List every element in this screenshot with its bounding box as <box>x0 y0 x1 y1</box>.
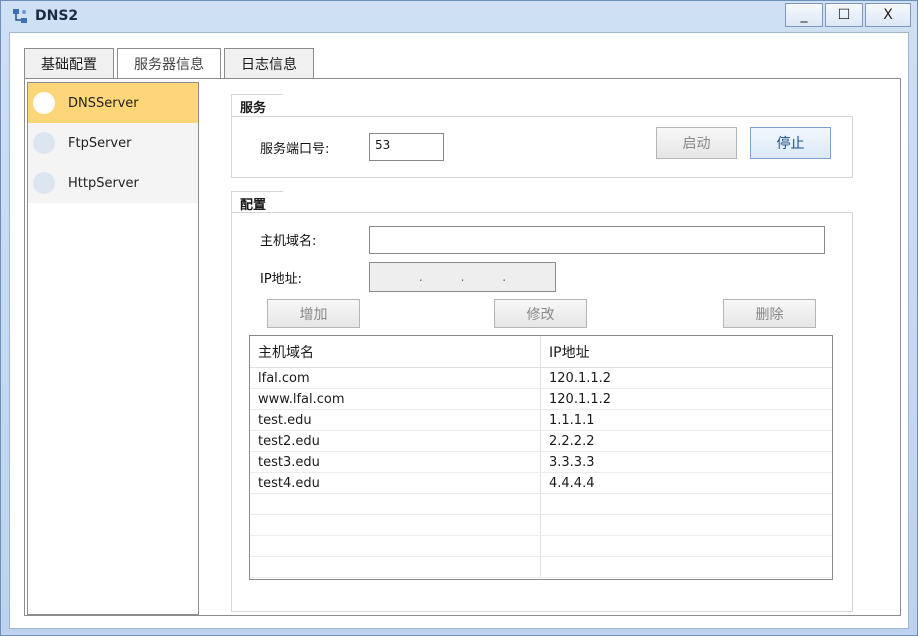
server-item-dns[interactable]: DNSServer <box>28 83 198 123</box>
server-item-label: DNSServer <box>68 95 139 111</box>
tab-log-info[interactable]: 日志信息 <box>224 48 314 79</box>
host-cell: lfal.com <box>250 368 541 388</box>
server-status-icon <box>33 132 55 154</box>
ip-separator: . <box>418 270 423 284</box>
server-info-panel: DNSServer FtpServer HttpServer 服务 服务端口号:… <box>24 78 901 616</box>
minimize-icon: _ <box>800 7 808 23</box>
ip-cell <box>541 557 832 577</box>
table-row[interactable] <box>250 557 832 578</box>
host-cell <box>250 494 541 514</box>
ip-cell <box>541 515 832 535</box>
server-status-icon <box>33 172 55 194</box>
server-item-label: HttpServer <box>68 175 139 191</box>
ip-label: IP地址: <box>260 272 303 287</box>
title-bar[interactable]: DNS2 _ ☐ X <box>1 1 917 31</box>
ip-separator: . <box>460 270 465 284</box>
host-cell: test.edu <box>250 410 541 430</box>
ip-cell <box>541 536 832 556</box>
host-cell: test2.edu <box>250 431 541 451</box>
close-icon: X <box>883 7 893 23</box>
maximize-button[interactable]: ☐ <box>825 3 863 27</box>
stop-button[interactable]: 停止 <box>750 127 831 159</box>
table-row[interactable]: test3.edu 3.3.3.3 <box>250 452 832 473</box>
window-title: DNS2 <box>35 8 79 24</box>
host-cell: test3.edu <box>250 452 541 472</box>
tab-label: 日志信息 <box>241 57 297 73</box>
table-row[interactable] <box>250 536 832 557</box>
dns-records-table: 主机域名 IP地址 lfal.com 120.1.1.2 www.lfal.co… <box>249 335 833 580</box>
close-button[interactable]: X <box>865 3 911 27</box>
window-controls: _ ☐ X <box>785 3 911 27</box>
start-button[interactable]: 启动 <box>656 127 737 159</box>
server-item-label: FtpServer <box>68 135 132 151</box>
host-cell: www.lfal.com <box>250 389 541 409</box>
tab-server-info[interactable]: 服务器信息 <box>117 48 221 79</box>
tab-basic-config[interactable]: 基础配置 <box>24 48 114 79</box>
host-input[interactable] <box>369 226 825 254</box>
table-row[interactable]: test.edu 1.1.1.1 <box>250 410 832 431</box>
host-label: 主机域名: <box>260 234 317 249</box>
column-header-host[interactable]: 主机域名 <box>250 336 541 367</box>
server-item-http[interactable]: HttpServer <box>28 163 198 203</box>
ip-cell: 120.1.1.2 <box>549 391 612 407</box>
port-label: 服务端口号: <box>260 142 330 157</box>
ip-cell <box>541 494 832 514</box>
table-row[interactable] <box>250 515 832 536</box>
add-button[interactable]: 增加 <box>267 299 360 328</box>
table-row[interactable]: test4.edu 4.4.4.4 <box>250 473 832 494</box>
service-group-title: 服务 <box>231 94 297 118</box>
ip-cell: 3.3.3.3 <box>549 454 595 470</box>
host-cell <box>250 557 541 577</box>
table-row[interactable]: lfal.com 120.1.1.2 <box>250 368 832 389</box>
maximize-icon: ☐ <box>837 7 851 23</box>
window-client-area: 基础配置 服务器信息 日志信息 DNSServer FtpServer Http… <box>9 32 909 629</box>
modify-button[interactable]: 修改 <box>494 299 587 328</box>
dns-window: DNS2 _ ☐ X 基础配置 服务器信息 日志信息 DNSServer Ftp… <box>0 0 918 636</box>
ip-cell: 2.2.2.2 <box>549 433 595 449</box>
tab-label: 基础配置 <box>41 57 97 73</box>
table-row[interactable]: www.lfal.com 120.1.1.2 <box>250 389 832 410</box>
ip-address-input[interactable]: . . . <box>369 262 556 292</box>
host-cell: test4.edu <box>250 473 541 493</box>
ip-separator: . <box>502 270 507 284</box>
server-list: DNSServer FtpServer HttpServer <box>27 82 199 615</box>
column-header-ip[interactable]: IP地址 <box>541 336 832 367</box>
host-cell <box>250 536 541 556</box>
table-header: 主机域名 IP地址 <box>250 336 832 368</box>
ip-cell: 1.1.1.1 <box>549 412 595 428</box>
service-group: 服务端口号: 53 启动 停止 <box>231 116 853 178</box>
ip-cell: 4.4.4.4 <box>549 475 595 491</box>
table-row[interactable] <box>250 494 832 515</box>
server-item-ftp[interactable]: FtpServer <box>28 123 198 163</box>
ip-cell: 120.1.1.2 <box>549 370 612 386</box>
port-input[interactable]: 53 <box>369 133 444 161</box>
network-device-icon <box>13 9 27 23</box>
tab-bar: 基础配置 服务器信息 日志信息 <box>24 48 317 79</box>
delete-button[interactable]: 删除 <box>723 299 816 328</box>
host-cell <box>250 515 541 535</box>
minimize-button[interactable]: _ <box>785 3 823 27</box>
table-row[interactable]: test2.edu 2.2.2.2 <box>250 431 832 452</box>
tab-label: 服务器信息 <box>134 57 204 73</box>
server-status-icon <box>33 92 55 114</box>
